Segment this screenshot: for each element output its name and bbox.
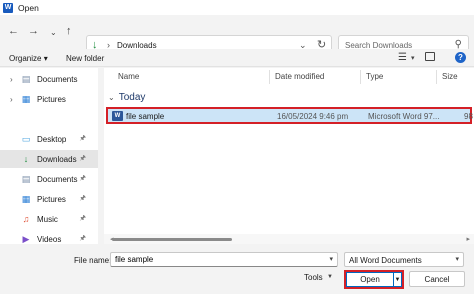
up-arrow-icon[interactable]: ↑ xyxy=(66,25,72,37)
sidebar-item-documents-pinned[interactable]: ▤ Documents 🖈 xyxy=(0,170,98,188)
view-options-chevron-icon[interactable]: ▾ xyxy=(411,54,415,62)
group-label: Today xyxy=(118,92,146,103)
help-icon[interactable]: ? xyxy=(455,52,466,63)
back-arrow-icon[interactable]: ← xyxy=(8,25,19,37)
column-divider[interactable] xyxy=(360,70,361,84)
sidebar-item-label: Pictures xyxy=(37,94,66,104)
recent-locations-chevron-icon[interactable]: ⌄ xyxy=(50,27,57,39)
pin-icon: 🖈 xyxy=(79,154,86,162)
sidebar-item-label: Documents xyxy=(37,174,78,184)
sidebar-item-label: Pictures xyxy=(37,194,66,204)
file-name-label: File name: xyxy=(74,256,112,265)
horizontal-scrollbar[interactable]: ◂ ▸ xyxy=(104,234,474,244)
sidebar-item-pictures[interactable]: › ▦ Pictures xyxy=(0,90,98,108)
column-header-type[interactable]: Type xyxy=(366,72,383,81)
sidebar-item-label: Videos xyxy=(37,234,62,244)
navigation-bar: ← → ⌄ ↑ ↓ › Downloads ⌄ ↻ ⚲ xyxy=(0,15,474,57)
command-bar: Organize ▾ New folder ☰ ▾ ? xyxy=(0,49,474,67)
pin-icon: 🖈 xyxy=(79,214,86,222)
column-header-size[interactable]: Size xyxy=(442,72,458,81)
tools-chevron-icon[interactable]: ▼ xyxy=(327,274,333,280)
pin-icon: 🖈 xyxy=(79,194,86,202)
open-button[interactable]: Open xyxy=(346,272,394,287)
navigation-pane: › ▤ Documents › ▦ Pictures ▭ Desktop 🖈 ↓… xyxy=(0,68,98,244)
file-name-cell: file sample xyxy=(126,112,165,121)
downloads-icon: ↓ xyxy=(23,154,29,164)
word-app-icon: W xyxy=(3,2,13,13)
column-header-date[interactable]: Date modified xyxy=(275,72,324,81)
sidebar-item-pictures-pinned[interactable]: ▦ Pictures 🖈 xyxy=(0,190,98,208)
title-bar: W Open xyxy=(0,0,474,15)
dialog-footer: File name: ▾ All Word Documents ▾ Tools … xyxy=(0,244,474,294)
file-type-cell: Microsoft Word 97... xyxy=(368,112,440,121)
organize-label: Organize xyxy=(9,54,42,63)
column-divider[interactable] xyxy=(269,70,270,84)
scroll-right-icon[interactable]: ▸ xyxy=(466,235,470,243)
pictures-icon: ▦ xyxy=(21,93,31,104)
music-icon: ♫ xyxy=(22,214,30,224)
column-header-name[interactable]: Name xyxy=(118,72,139,81)
videos-icon: ▶ xyxy=(22,233,30,244)
pin-icon: 🖈 xyxy=(79,134,86,142)
sidebar-item-documents[interactable]: › ▤ Documents xyxy=(0,70,98,88)
word-document-icon: W xyxy=(112,111,123,121)
chevron-down-icon[interactable]: ▾ xyxy=(455,255,459,263)
file-type-select[interactable]: All Word Documents ▾ xyxy=(344,252,464,267)
sidebar-item-desktop[interactable]: ▭ Desktop 🖈 xyxy=(0,130,98,148)
group-header-today[interactable]: ⌄ Today xyxy=(108,92,145,103)
sidebar-item-downloads[interactable]: ↓ Downloads 🖈 xyxy=(0,150,98,168)
view-options-icon[interactable]: ☰ xyxy=(398,52,407,63)
collapse-chevron-icon[interactable]: ⌄ xyxy=(108,93,115,102)
documents-icon: ▤ xyxy=(21,73,31,84)
open-button-group: Open ▼ xyxy=(344,270,404,289)
tools-button[interactable]: Tools xyxy=(304,273,323,282)
pin-icon: 🖈 xyxy=(79,174,86,182)
documents-icon: ▤ xyxy=(21,173,31,184)
sidebar-item-label: Documents xyxy=(37,74,78,84)
file-name-combobox[interactable]: ▾ xyxy=(110,252,338,267)
cancel-button[interactable]: Cancel xyxy=(409,271,465,287)
file-name-input[interactable] xyxy=(115,255,315,264)
sidebar-item-label: Downloads xyxy=(37,154,77,164)
expand-chevron-icon[interactable]: › xyxy=(10,95,20,104)
new-folder-button[interactable]: New folder xyxy=(66,54,104,63)
file-type-value: All Word Documents xyxy=(349,256,422,265)
chevron-down-icon[interactable]: ▾ xyxy=(329,255,333,263)
column-divider[interactable] xyxy=(436,70,437,84)
file-list: Name ˆ Date modified Type Size ⌄ Today W… xyxy=(104,68,474,244)
sidebar-item-label: Desktop xyxy=(37,134,67,144)
desktop-icon: ▭ xyxy=(21,133,31,144)
sidebar-item-label: Music xyxy=(37,214,58,224)
expand-chevron-icon[interactable]: › xyxy=(10,75,20,84)
pin-icon: 🖈 xyxy=(79,234,86,242)
preview-pane-icon[interactable] xyxy=(425,52,435,61)
window-title: Open xyxy=(18,2,39,13)
open-options-chevron-icon[interactable]: ▼ xyxy=(394,272,402,287)
sidebar-item-music[interactable]: ♫ Music 🖈 xyxy=(0,210,98,228)
scrollbar-thumb[interactable] xyxy=(112,238,232,241)
file-date-cell: 16/05/2024 9:46 pm xyxy=(277,112,349,121)
forward-arrow-icon[interactable]: → xyxy=(28,25,39,37)
pictures-icon: ▦ xyxy=(21,193,31,204)
file-size-cell: 98 xyxy=(464,112,473,121)
table-row[interactable]: W file sample 16/05/2024 9:46 pm Microso… xyxy=(106,107,473,124)
organize-button[interactable]: Organize ▾ xyxy=(9,54,48,63)
sidebar-item-videos[interactable]: ▶ Videos 🖈 xyxy=(0,230,98,244)
